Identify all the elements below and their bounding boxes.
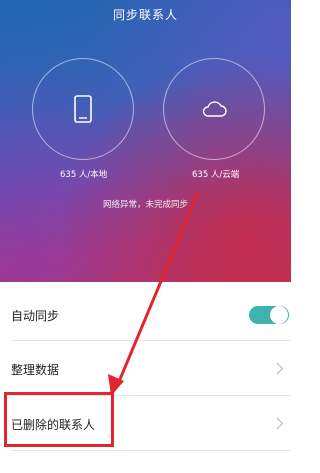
phone-icon xyxy=(74,95,92,123)
cloud-icon xyxy=(202,101,227,117)
divider xyxy=(11,450,291,451)
auto-sync-toggle[interactable] xyxy=(249,306,289,324)
toggle-knob xyxy=(270,306,288,324)
organize-data-label: 整理数据 xyxy=(11,362,60,377)
cloud-contacts-circle[interactable] xyxy=(163,58,265,160)
sync-status-text: 网络异常，未完成同步 xyxy=(102,200,188,210)
cloud-count-label: 635 人/云端 xyxy=(192,170,240,180)
local-contacts-circle[interactable] xyxy=(32,58,134,160)
divider xyxy=(11,340,291,341)
local-count-label: 635 人/本地 xyxy=(60,170,108,180)
page-title: 同步联系人 xyxy=(112,8,178,22)
sync-hero-panel: 同步联系人 635 人/本地 635 人/云端 网络异常，未完成同步 xyxy=(0,0,291,282)
auto-sync-label: 自动同步 xyxy=(11,308,60,323)
chevron-right-icon xyxy=(276,362,284,375)
organize-data-row[interactable]: 整理数据 xyxy=(0,343,291,395)
chevron-right-icon xyxy=(276,417,284,430)
annotation-highlight-box xyxy=(4,392,114,447)
auto-sync-row[interactable]: 自动同步 xyxy=(0,289,291,341)
